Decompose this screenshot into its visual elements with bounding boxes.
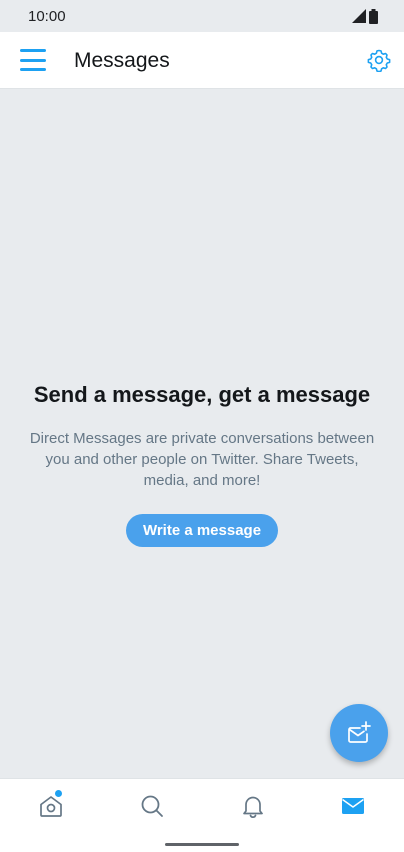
write-message-button[interactable]: Write a message: [125, 514, 279, 547]
bell-icon: [243, 796, 263, 818]
signal-icon: [352, 9, 366, 23]
status-bar: 10:00: [0, 0, 404, 32]
status-time: 10:00: [28, 7, 66, 25]
new-message-fab[interactable]: [330, 704, 388, 762]
new-message-icon: [348, 721, 371, 743]
search-icon: [141, 795, 163, 817]
app-bar: Messages: [0, 32, 404, 89]
nav-search[interactable]: [139, 793, 165, 819]
page-title: Messages: [74, 49, 170, 72]
notification-dot: [55, 790, 62, 797]
nav-messages[interactable]: [340, 793, 366, 819]
nav-home[interactable]: [38, 790, 64, 819]
home-icon: [40, 796, 62, 817]
bottom-nav: [0, 778, 404, 836]
menu-icon-line: [20, 68, 46, 71]
status-icons: [352, 8, 378, 24]
nav-notifications[interactable]: [240, 793, 266, 819]
gesture-nav-area: [0, 836, 404, 852]
menu-button[interactable]: [20, 49, 46, 71]
gear-icon[interactable]: [367, 48, 391, 72]
empty-state-title: Send a message, get a message: [33, 382, 371, 407]
mail-icon: [342, 798, 364, 814]
menu-icon-line: [20, 58, 46, 62]
empty-state-description: Direct Messages are private conversation…: [29, 430, 375, 489]
gesture-handle[interactable]: [165, 843, 239, 846]
battery-icon: [369, 8, 378, 24]
empty-state: Send a message, get a message Direct Mes…: [0, 380, 404, 547]
menu-icon-line: [20, 49, 46, 52]
